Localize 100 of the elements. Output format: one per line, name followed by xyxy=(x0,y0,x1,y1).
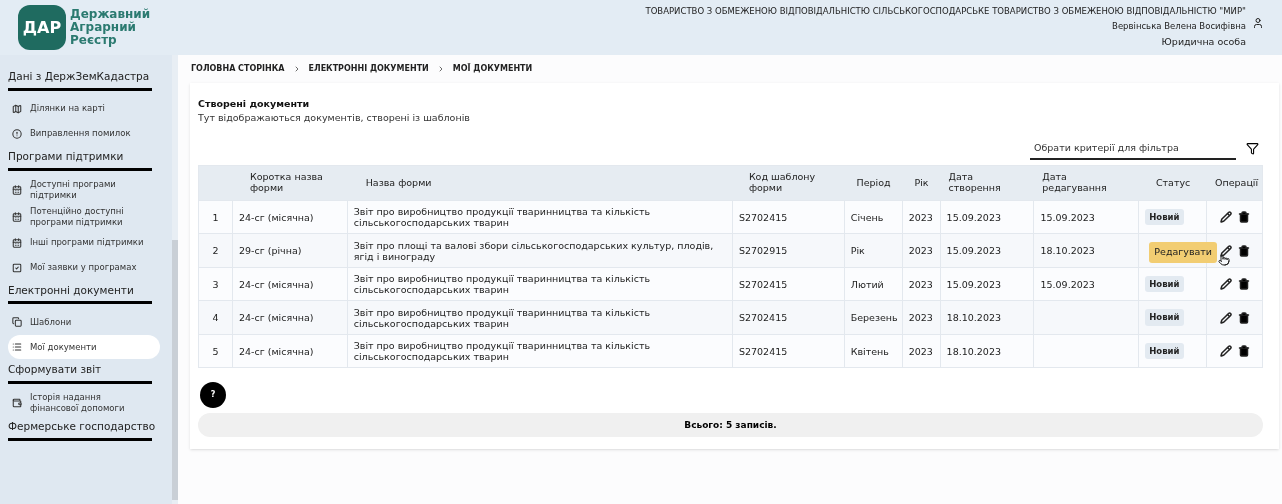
table-cell: 15.09.2023 xyxy=(1040,278,1095,290)
help-button[interactable]: ? xyxy=(200,382,226,409)
table-cell: 2023 xyxy=(908,312,933,323)
breadcrumb-link[interactable]: ЕЛЕКТРОННІ ДОКУМЕНТИ xyxy=(308,63,429,75)
table-cell-text: Звіт про виробництво продукції тваринництва та кількість сільськогосподарських тварин xyxy=(353,340,652,362)
filter-field[interactable]: Обрати критерії для фільтра xyxy=(1030,137,1236,160)
card-subtitle: Тут відображаються документів, створені із шаблонів xyxy=(198,111,471,126)
status-badge: Новий xyxy=(1145,208,1184,226)
table-cell: 3 xyxy=(212,278,219,290)
card-title: Створені документи xyxy=(198,97,311,111)
column-header: Період xyxy=(856,176,891,188)
scrollbar-thumb[interactable] xyxy=(172,240,178,500)
user-role: Юридична особа xyxy=(1161,34,1246,49)
logo-text: Державний xyxy=(70,8,151,21)
sidebar-item-icon xyxy=(12,184,22,195)
table-cell: 18.10.2023 xyxy=(946,312,1002,323)
sidebar-item[interactable]: Історія надання фінансової допомоги xyxy=(8,390,152,416)
logo-text: Аграрний xyxy=(70,21,136,34)
sidebar-section-title: Електронні документи xyxy=(8,282,152,305)
column-header: Назва форми xyxy=(365,176,432,188)
sidebar-section-title: Програми підтримки xyxy=(8,148,152,171)
logo-text: Реєстр xyxy=(70,34,117,47)
table-cell: 15.09.2023 xyxy=(946,278,1001,290)
sidebar-item-icon xyxy=(12,317,22,328)
table-cell: S2702415 xyxy=(738,278,788,290)
sidebar-item-icon xyxy=(12,398,22,408)
table-cell: 1 xyxy=(212,211,219,223)
table-cell: 2023 xyxy=(908,278,933,290)
table-cell-text: Звіт про виробництво продукції тваринництва та кількість сільськогосподарських тварин xyxy=(353,306,652,329)
table-cell: 15.09.2023 xyxy=(946,245,1001,256)
delete-button[interactable] xyxy=(1236,210,1251,224)
sidebar-item-icon xyxy=(12,342,22,353)
sidebar-item[interactable]: Ділянки на карті xyxy=(8,96,152,121)
delete-button[interactable] xyxy=(1236,344,1251,358)
filter-icon[interactable] xyxy=(1246,142,1259,156)
table-cell: 24-сг (місячна) xyxy=(238,211,314,223)
sidebar-item-icon xyxy=(12,128,22,139)
sidebar-item[interactable]: Шаблони xyxy=(8,310,152,335)
table-cell: Січень xyxy=(850,211,884,223)
column-header: Статус xyxy=(1155,176,1191,188)
breadcrumb-link[interactable]: МОЇ ДОКУМЕНТИ xyxy=(452,63,533,75)
delete-button[interactable] xyxy=(1236,277,1251,291)
user-icon[interactable] xyxy=(1252,17,1264,29)
sidebar-item-icon xyxy=(12,262,22,273)
table-cell: 2023 xyxy=(908,245,933,256)
table-cell: Рік xyxy=(850,245,865,256)
delete-button[interactable] xyxy=(1236,243,1251,258)
column-header: Операції xyxy=(1215,176,1259,188)
edit-button[interactable] xyxy=(1218,310,1233,325)
sidebar-item-icon xyxy=(12,237,22,248)
table-cell: 18.10.2023 xyxy=(1040,245,1095,256)
status-badge: Новий xyxy=(1145,342,1184,360)
edit-button[interactable] xyxy=(1218,277,1233,291)
column-header: Код шаблону форми xyxy=(748,170,817,193)
column-header: Коротка назва форми xyxy=(249,170,324,193)
status-badge: Новий xyxy=(1145,275,1184,293)
table-cell: 2023 xyxy=(908,345,933,357)
organization-name: ТОВАРИСТВО З ОБМЕЖЕНОЮ ВІДПОВІДАЛЬНІСТЮ СІЛЬСЬКОГОСПОДАРСЬКЕ ТОВАРИСТВО З ОБМЕЖЕНОЮ ВІДПОВІДАЛЬНІСТЮ "МИР" xyxy=(645,5,1246,18)
edit-button[interactable] xyxy=(1218,243,1233,258)
status-badge: Новий xyxy=(1145,309,1184,326)
sidebar-item[interactable]: Мої документи xyxy=(8,335,160,360)
table-cell-text: Звіт про виробництво продукції тваринництва та кількість сільськогосподарських тварин xyxy=(353,206,652,228)
table-cell: 2023 xyxy=(908,211,933,223)
table-cell: 18.10.2023 xyxy=(946,345,1001,357)
table-cell: Квітень xyxy=(850,345,889,357)
sidebar-item[interactable]: Інші програми підтримки xyxy=(8,230,152,255)
column-header: Дата редагування xyxy=(1042,170,1108,193)
table-cell: 2 xyxy=(212,245,219,256)
sidebar-section-title: Дані з ДержЗемКадастра xyxy=(8,69,152,91)
table-cell: 24-сг (місячна) xyxy=(238,345,314,357)
delete-button[interactable] xyxy=(1236,310,1251,325)
table-cell-text: Звіт про площі та валові збори сільськогосподарських культур, плодів, ягід і винограду xyxy=(353,239,715,262)
hand-pointer-icon xyxy=(1218,254,1231,267)
table-cell: 24-сг (місячна) xyxy=(238,278,314,290)
sidebar-item[interactable]: Доступні програми підтримки xyxy=(8,176,152,203)
sidebar-item[interactable]: Потенційно доступні програми підтримки xyxy=(8,203,152,230)
table-cell: S2702415 xyxy=(738,345,788,357)
tooltip: Редагувати xyxy=(1149,242,1218,263)
sidebar-item[interactable]: Виправлення помилок xyxy=(8,121,152,146)
user-name: Вервінська Велена Восифівна xyxy=(1112,19,1246,33)
sidebar-item-icon xyxy=(12,103,22,114)
table-cell: Лютий xyxy=(850,278,884,290)
table-cell: 15.09.2023 xyxy=(946,211,1001,223)
table-cell-text: Звіт про виробництво продукції тваринництва та кількість сільськогосподарських тварин xyxy=(353,273,652,295)
table-cell: 5 xyxy=(212,345,219,357)
edit-button[interactable] xyxy=(1218,344,1233,358)
sidebar-item[interactable]: Мої заявки у програмах xyxy=(8,255,152,280)
breadcrumb-link[interactable]: ГОЛОВНА СТОРІНКА xyxy=(191,63,285,75)
table-cell: Березень xyxy=(850,312,898,323)
edit-button[interactable] xyxy=(1218,210,1233,224)
total-bar: Всього: 5 записів. xyxy=(198,413,1263,438)
table-cell: 4 xyxy=(212,312,219,323)
sidebar-item-icon xyxy=(12,211,22,222)
table-cell: S2702415 xyxy=(738,211,788,223)
column-header: Дата створення xyxy=(948,170,1002,193)
sidebar-section-title: Сформувати звіт xyxy=(8,362,152,384)
table-cell: S2702915 xyxy=(738,245,788,256)
table-cell: 29-сг (річна) xyxy=(238,245,302,256)
table-cell: S2702415 xyxy=(738,312,788,323)
table-cell: 24-сг (місячна) xyxy=(238,312,314,323)
